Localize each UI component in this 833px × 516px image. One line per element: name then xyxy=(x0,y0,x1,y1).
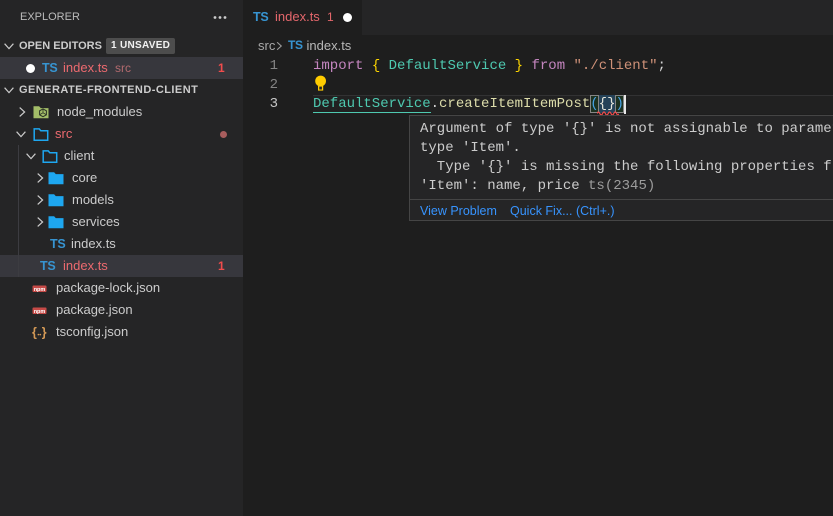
svg-text:npm: npm xyxy=(34,309,46,315)
svg-text:{: { xyxy=(32,326,37,340)
svg-text:}: } xyxy=(42,326,47,340)
svg-text:npm: npm xyxy=(34,287,46,293)
